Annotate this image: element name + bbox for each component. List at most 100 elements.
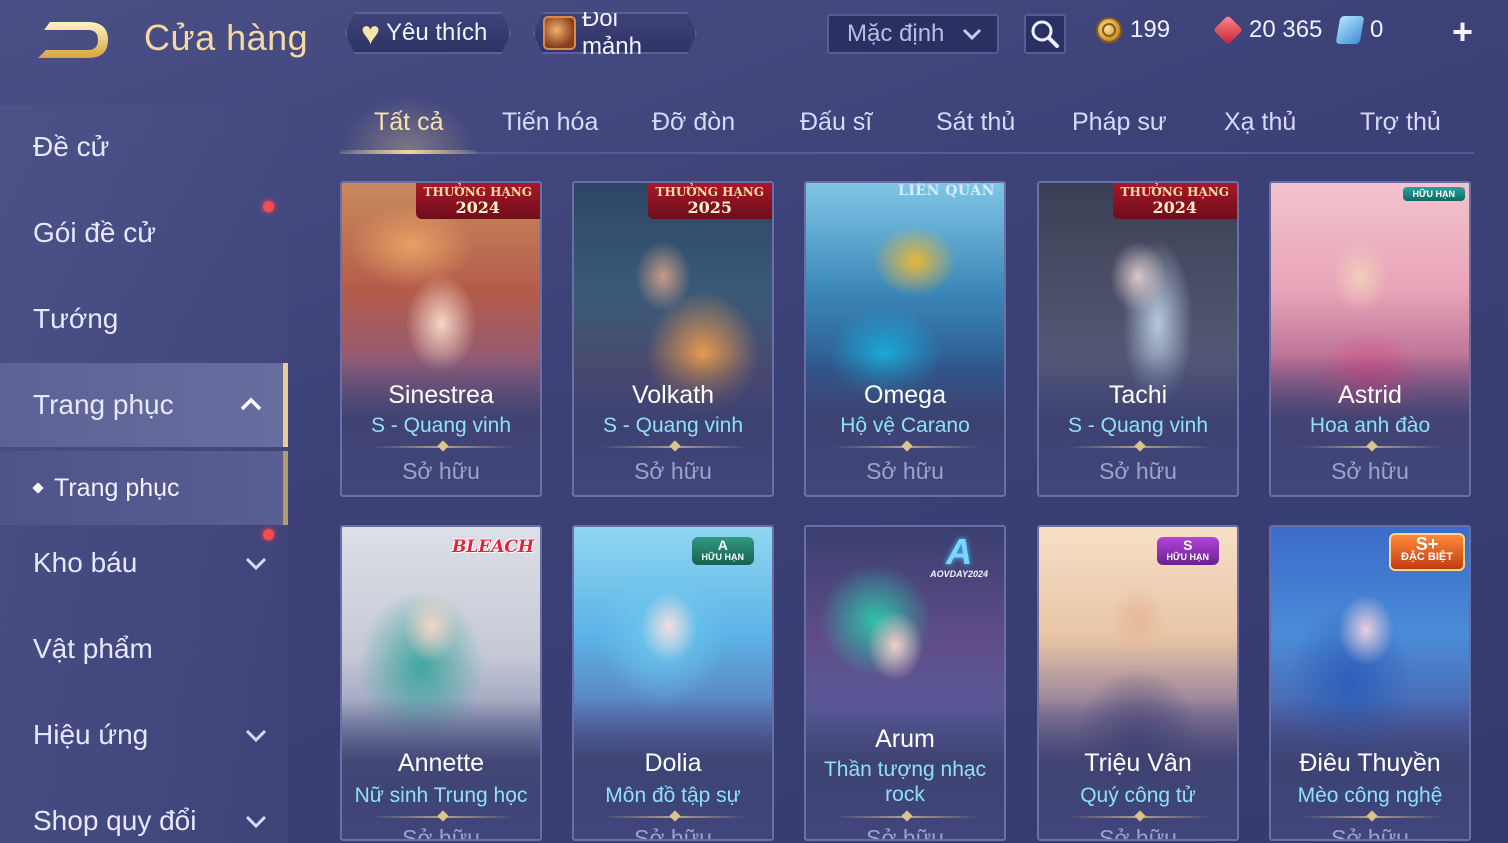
sidebar-item-featured-bundles[interactable]: Gói đề cử [0, 191, 288, 275]
sidebar-item-label: Shop quy đổi [33, 805, 197, 836]
sidebar-item-featured[interactable]: Đề cử [0, 105, 288, 189]
event-badge: A AOVDAY2024 [930, 531, 988, 580]
owned-status: Sở hữu [1331, 825, 1409, 841]
skin-name: Hoa anh đào [1309, 414, 1431, 437]
owned-status: Sở hữu [634, 825, 712, 841]
hero-name: Arum [875, 725, 935, 753]
skin-card[interactable]: THƯỞNG HẠNG 2025 Volkath S - Quang vinh S… [572, 181, 774, 497]
owned-status: Sở hữu [1099, 458, 1177, 484]
skin-card[interactable]: HỮU HẠN Astrid Hoa anh đào Sở hữu [1269, 181, 1471, 497]
sidebar-item-label: Kho báu [33, 547, 138, 578]
sidebar-subitem-label: Trang phục [54, 473, 180, 502]
ruby-amount: 20 365 [1249, 16, 1323, 43]
skin-name: Môn đồ tập sự [605, 784, 741, 807]
gold-currency: 199 [1096, 16, 1170, 44]
owned-status: Sở hữu [402, 825, 480, 841]
ruby-currency: 20 365 [1213, 15, 1323, 45]
hero-name: Triệu Vân [1084, 749, 1192, 777]
treasure-chest-icon [543, 16, 576, 50]
skin-card[interactable]: A HỮU HẠN Dolia Môn đồ tập sự Sở hữu [572, 525, 774, 841]
ruby-icon [1213, 15, 1243, 45]
skin-card[interactable]: S+ ĐẶC BIỆT Điêu Thuyền Mèo công nghệ Sở … [1269, 525, 1471, 841]
notification-dot [263, 529, 274, 540]
search-button[interactable] [1024, 14, 1066, 54]
exchange-shards-button[interactable]: Đổi mảnh [533, 12, 697, 54]
skin-name: Mèo công nghệ [1297, 784, 1443, 807]
hero-name: Tachi [1108, 381, 1168, 409]
sidebar-item-label: Vật phẩm [33, 633, 153, 664]
favorites-label: Yêu thích [386, 19, 488, 46]
tab-tank[interactable]: Đỡ đòn [652, 108, 735, 137]
tier-badge: A HỮU HẠN [691, 537, 754, 565]
rank-reward-badge: THƯỞNG HẠNG 2024 [1112, 183, 1237, 219]
sidebar-item-label: Tướng [33, 303, 119, 334]
owned-status: Sở hữu [634, 458, 712, 484]
voucher-amount: 0 [1370, 16, 1384, 43]
hero-name: Annette [397, 749, 485, 777]
owned-status: Sở hữu [866, 458, 944, 484]
owned-status: Sở hữu [1331, 458, 1409, 484]
owned-status: Sở hữu [1099, 825, 1177, 841]
sidebar-item-treasure[interactable]: Kho báu [0, 521, 288, 605]
skin-name: Hộ vệ Carano [840, 414, 970, 437]
skin-name: S - Quang vinh [370, 414, 512, 437]
sort-selected-value: Mặc định [847, 20, 945, 47]
sidebar-item-label: Trang phục [33, 389, 174, 420]
sidebar-item-heroes[interactable]: Tướng [0, 277, 288, 361]
tab-fighter[interactable]: Đấu sĩ [800, 108, 872, 137]
heart-icon: ♥ [361, 15, 380, 51]
owned-status: Sở hữu [402, 458, 480, 484]
skin-name: S - Quang vinh [1067, 414, 1209, 437]
skin-card[interactable]: A AOVDAY2024 Arum Thần tượng nhạc rock Sở… [804, 525, 1006, 841]
owned-status: Sở hữu [866, 825, 944, 841]
hero-name: Volkath [631, 381, 714, 409]
tier-badge: S HỮU HẠN [1156, 537, 1219, 565]
tab-support[interactable]: Trợ thủ [1360, 108, 1441, 137]
sidebar-item-exchange-shop[interactable]: Shop quy đổi [0, 779, 288, 843]
tab-evolution[interactable]: Tiến hóa [502, 108, 598, 137]
sidebar-item-label: Hiệu ứng [33, 719, 149, 750]
category-tabs: Tất cả Tiến hóa Đỡ đòn Đấu sĩ Sát thủ Ph… [340, 96, 1474, 154]
hero-name: Dolia [644, 749, 702, 777]
sidebar-item-effects[interactable]: Hiệu ứng [0, 693, 288, 777]
sidebar-item-skins[interactable]: Trang phục [0, 363, 288, 447]
skin-card[interactable]: BLEACH Annette Nữ sinh Trung học Sở hữu [340, 525, 542, 841]
page-title: Cửa hàng [144, 17, 309, 58]
brand-logo: LIÊN QUÂN [898, 183, 995, 199]
hero-name: Điêu Thuyền [1299, 749, 1441, 777]
sort-dropdown[interactable]: Mặc định [827, 14, 999, 54]
sidebar-item-items[interactable]: Vật phẩm [0, 607, 288, 691]
bullet-icon [32, 482, 44, 494]
sidebar-item-label: Đề cử [33, 131, 110, 162]
favorites-button[interactable]: ♥ Yêu thích [345, 12, 511, 54]
hero-name: Astrid [1338, 381, 1402, 409]
skin-card[interactable]: LIÊN QUÂN Omega Hộ vệ Carano Sở hữu [804, 181, 1006, 497]
tab-mage[interactable]: Pháp sư [1072, 108, 1167, 137]
search-icon [1031, 20, 1059, 48]
skin-name: Thần tượng nhạc rock [823, 758, 987, 806]
sidebar-subitem-skins[interactable]: Trang phục [0, 451, 288, 525]
skin-card[interactable]: THƯỞNG HẠNG 2024 Sinestrea S - Quang vinh… [340, 181, 542, 497]
skin-card[interactable]: THƯỞNG HẠNG 2024 Tachi S - Quang vinh Sở … [1037, 181, 1239, 497]
top-bar: Cửa hàng ♥ Yêu thích Đổi mảnh Mặc định 1… [0, 0, 1508, 80]
tab-assassin[interactable]: Sát thủ [936, 108, 1015, 137]
chevron-up-icon [240, 397, 262, 411]
voucher-currency: 0 [1335, 16, 1384, 44]
sidebar-item-label: Gói đề cử [33, 217, 157, 248]
add-currency-button[interactable]: + [1452, 14, 1473, 50]
back-arrow-icon[interactable] [30, 18, 116, 62]
hero-name: Omega [864, 381, 946, 409]
skin-name: Quý công tử [1080, 784, 1196, 807]
tab-marksman[interactable]: Xạ thủ [1224, 108, 1296, 137]
active-tab-indicator [340, 150, 477, 154]
gold-amount: 199 [1130, 16, 1171, 43]
chevron-down-icon [962, 28, 982, 41]
tab-all[interactable]: Tất cả [374, 108, 443, 137]
gold-coin-icon [1096, 17, 1122, 43]
chevron-down-icon [245, 815, 267, 829]
chevron-down-icon [245, 557, 267, 571]
notification-dot [263, 201, 274, 212]
special-tier-badge: S+ ĐẶC BIỆT [1389, 533, 1465, 571]
skin-name: Nữ sinh Trung học [354, 784, 528, 807]
skin-card[interactable]: S HỮU HẠN Triệu Vân Quý công tử Sở hữu [1037, 525, 1239, 841]
